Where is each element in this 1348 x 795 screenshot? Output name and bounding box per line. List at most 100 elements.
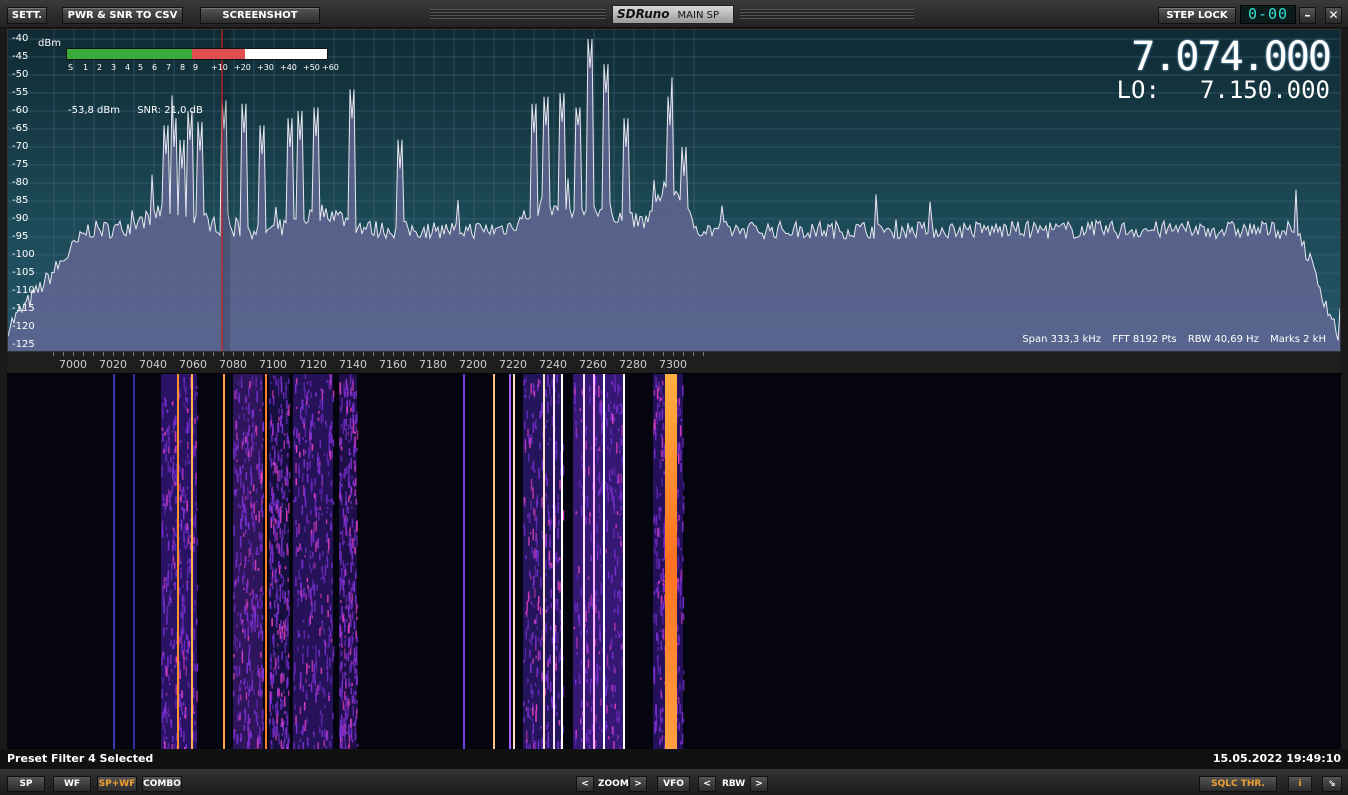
waterfall-speckle <box>611 381 613 385</box>
waterfall-speckle <box>352 632 354 635</box>
info-button[interactable]: i <box>1288 776 1312 792</box>
top-toolbar: SETT. PWR & SNR TO CSV SCREENSHOT SDRuno… <box>0 0 1348 28</box>
sqlc-threshold-button[interactable]: SQLC THR. <box>1199 776 1277 792</box>
waterfall-speckle <box>657 634 659 645</box>
zoom-in-button[interactable]: > <box>629 776 647 792</box>
waterfall-speckle <box>250 542 252 555</box>
waterfall-speckle <box>587 576 590 581</box>
waterfall-speckle <box>270 712 272 717</box>
waterfall-speckle <box>261 601 263 609</box>
screenshot-button[interactable]: SCREENSHOT <box>200 7 320 24</box>
waterfall-speckle <box>284 732 286 736</box>
waterfall-speckle <box>585 516 587 526</box>
rbw-next-button[interactable]: > <box>750 776 768 792</box>
freq-tick-label: 7260 <box>579 358 607 371</box>
waterfall-speckle <box>288 471 291 479</box>
combo-mode-button[interactable]: COMBO <box>142 776 182 792</box>
db-tick-label: -90 <box>12 213 29 224</box>
waterfall-display[interactable] <box>7 374 1341 749</box>
wf-mode-button[interactable]: WF <box>53 776 91 792</box>
spectrum-display[interactable]: -40 -45 -50 -55 -60 -65 -70 -75 -80 -85 -90 -95 -100… <box>7 29 1341 352</box>
waterfall-speckle <box>350 501 352 504</box>
waterfall-speckle <box>330 524 333 532</box>
main-frequency[interactable]: 7.074.000 <box>1131 34 1332 80</box>
waterfall-speckle <box>308 404 310 408</box>
waterfall-speckle <box>244 447 247 451</box>
waterfall-speckle <box>557 740 559 749</box>
waterfall-speckle <box>233 489 236 495</box>
waterfall-speckle <box>272 471 274 476</box>
waterfall-speckle <box>595 437 598 441</box>
waterfall-speckle <box>326 380 328 383</box>
settings-button[interactable]: SETT. <box>7 7 47 24</box>
waterfall-speckle <box>304 720 307 732</box>
waterfall-speckle <box>590 445 592 450</box>
waterfall-speckle <box>283 551 285 558</box>
step-lock-button[interactable]: STEP LOCK <box>1158 7 1236 24</box>
zoom-out-button[interactable]: < <box>576 776 594 792</box>
waterfall-speckle <box>183 595 185 607</box>
waterfall-speckle <box>614 548 616 559</box>
waterfall-speckle <box>168 674 170 682</box>
waterfall-speckle <box>606 520 608 533</box>
waterfall-speckle <box>352 705 354 717</box>
waterfall-speckle <box>345 418 347 426</box>
drag-grip[interactable] <box>430 9 606 20</box>
waterfall-speckle <box>294 444 296 450</box>
minimize-icon[interactable]: – <box>1299 7 1316 24</box>
waterfall-speckle <box>168 447 170 454</box>
waterfall-speckle <box>258 471 260 480</box>
waterfall-speckle <box>313 521 316 525</box>
waterfall-speckle <box>562 686 565 697</box>
waterfall-speckle <box>653 448 656 459</box>
waterfall-speckle <box>320 414 323 424</box>
waterfall-speckle <box>347 627 350 633</box>
waterfall-speckle <box>175 445 177 454</box>
sp-wf-mode-button[interactable]: SP+WF <box>97 776 137 792</box>
pwr-snr-csv-button[interactable]: PWR & SNR TO CSV <box>62 7 183 24</box>
waterfall-speckle <box>310 568 312 574</box>
waterfall-speckle <box>598 666 601 671</box>
waterfall-speckle <box>348 440 350 443</box>
waterfall-speckle <box>586 495 589 508</box>
waterfall-speckle <box>559 479 561 490</box>
waterfall-speckle <box>304 555 306 558</box>
waterfall-speckle <box>594 638 597 647</box>
waterfall-speckle <box>261 533 263 539</box>
waterfall-speckle <box>682 481 685 490</box>
waterfall-speckle <box>248 547 251 558</box>
close-icon[interactable]: ✕ <box>1325 7 1342 24</box>
waterfall-speckle <box>247 635 250 641</box>
waterfall-speckle <box>545 623 547 634</box>
freq-tick <box>213 352 214 356</box>
waterfall-speckle <box>299 577 302 581</box>
waterfall-speckle <box>541 737 544 744</box>
resize-icon[interactable]: ⇘ <box>1322 776 1342 792</box>
waterfall-speckle <box>180 727 182 738</box>
lo-frequency[interactable]: 7.150.000 <box>1200 76 1330 104</box>
waterfall-speckle <box>161 712 164 724</box>
waterfall-speckle <box>350 433 352 441</box>
waterfall-speckle <box>590 678 592 683</box>
waterfall-speckle <box>576 574 579 580</box>
waterfall-speckle <box>610 685 613 690</box>
vfo-button[interactable]: VFO <box>657 776 690 792</box>
rbw-prev-button[interactable]: < <box>698 776 716 792</box>
waterfall-speckle <box>275 572 277 580</box>
waterfall-speckle <box>683 718 685 722</box>
waterfall-speckle <box>253 502 256 514</box>
waterfall-speckle <box>184 606 186 614</box>
freq-tick <box>303 352 304 356</box>
sp-mode-button[interactable]: SP <box>7 776 45 792</box>
drag-grip-right[interactable] <box>740 9 914 20</box>
waterfall-speckle <box>331 577 333 585</box>
waterfall-speckle <box>167 461 170 473</box>
waterfall-speckle <box>576 602 579 608</box>
waterfall-speckle <box>350 718 352 728</box>
waterfall-speckle <box>261 500 264 504</box>
waterfall-speckle <box>294 704 296 710</box>
waterfall-speckle <box>655 557 658 570</box>
waterfall-speckle <box>324 564 327 576</box>
waterfall-speckle <box>682 521 684 532</box>
frequency-axis[interactable]: 7000 7020 7040 7060 7080 7100 7120 7140 7160 7180… <box>7 352 1341 374</box>
